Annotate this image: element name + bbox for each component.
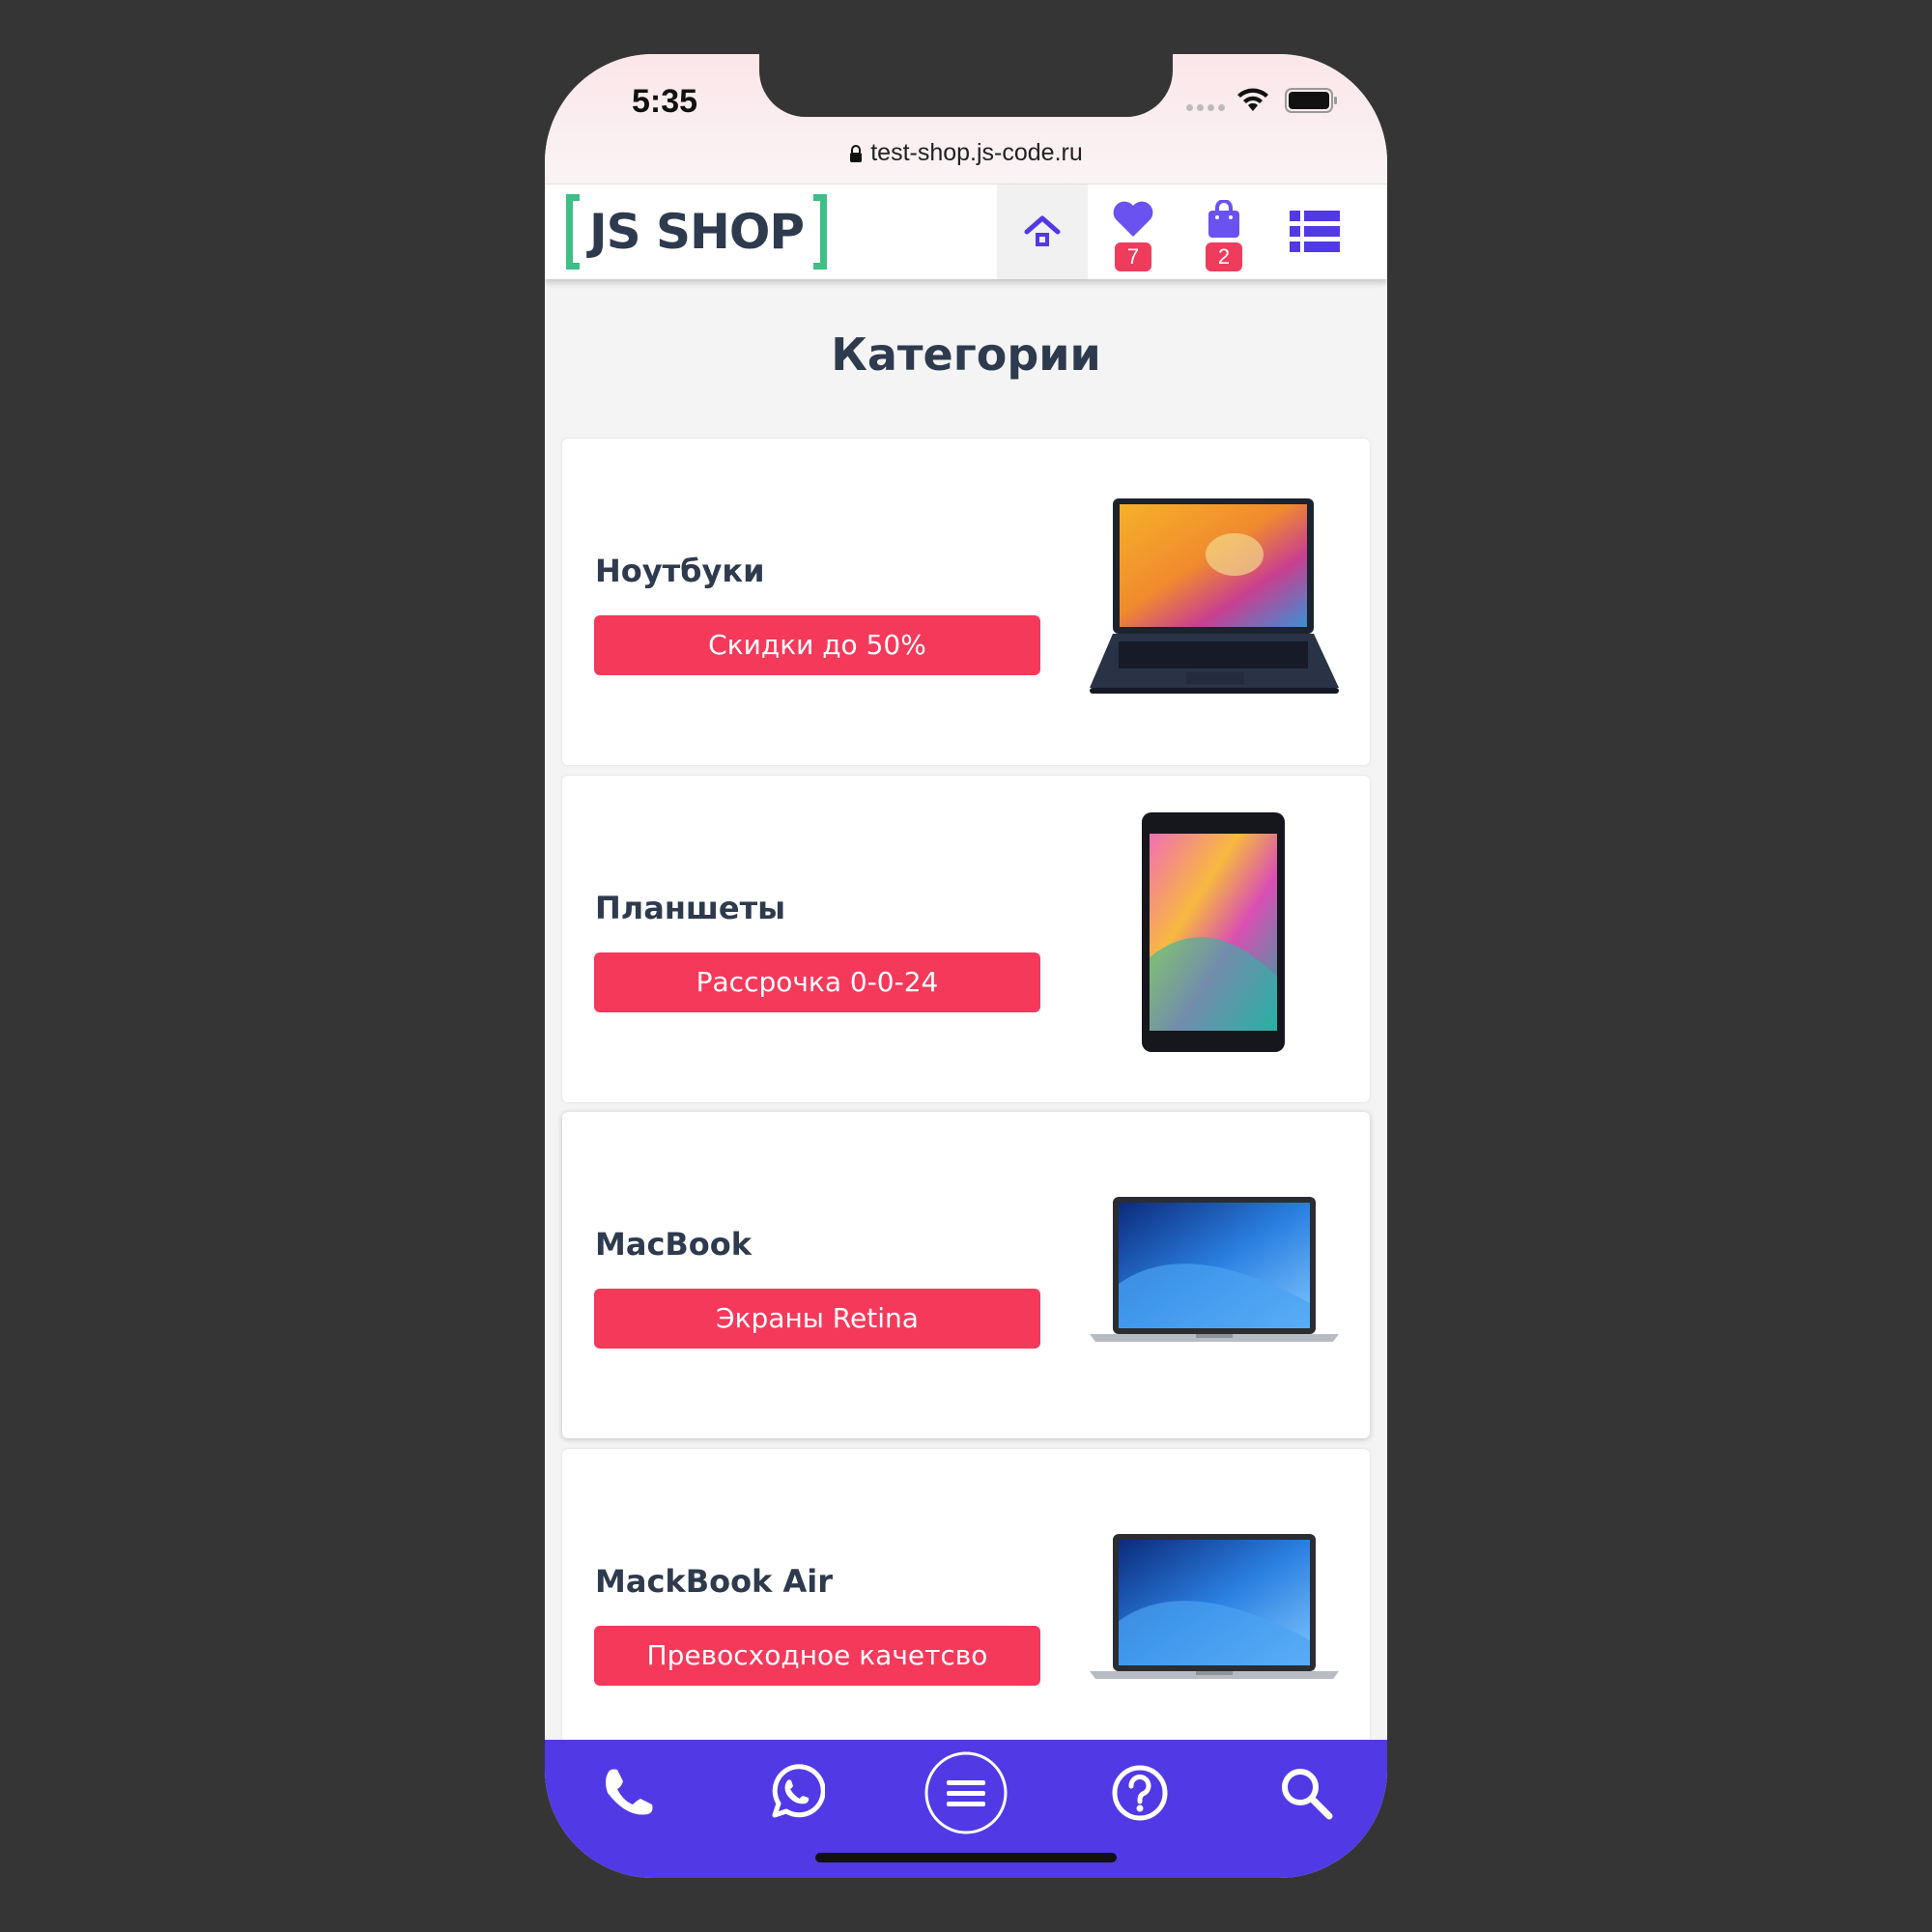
category-card-macbook-air[interactable]: MackBook Air Превосходное качетсво [562,1449,1370,1776]
device-notch [759,54,1173,117]
favorites-count-badge: 7 [1115,242,1151,271]
site-header: JS SHOP 7 2 [545,184,1387,279]
category-promo-button[interactable]: Рассрочка 0-0-24 [594,952,1040,1012]
whatsapp-icon [772,1764,825,1818]
status-time: 5:35 [632,83,698,120]
menu-icon [924,1751,1008,1834]
category-promo-button[interactable]: Превосходное качетсво [594,1626,1040,1686]
search-icon [1282,1769,1333,1820]
help-button[interactable] [1096,1749,1183,1836]
shopping-bag-icon [1208,200,1239,238]
search-button[interactable] [1263,1749,1350,1836]
heart-icon [1113,201,1153,237]
nav-cart-button[interactable]: 2 [1179,185,1269,279]
nav-catalog-button[interactable] [1269,185,1360,279]
whatsapp-button[interactable] [752,1749,838,1836]
battery-icon [1285,88,1337,113]
cellular-signal-icon [1186,104,1225,111]
phone-frame: 5:35 test-shop.js-code.ru JS SHOP 7 2 Ка… [545,54,1387,1878]
logo-bracket-left [566,194,580,270]
menu-button[interactable] [923,1749,1009,1836]
nav-favorites-button[interactable]: 7 [1088,185,1179,279]
category-promo-button[interactable]: Скидки до 50% [594,615,1040,675]
wifi-icon [1237,88,1268,111]
nav-home-button[interactable] [997,185,1088,279]
category-card-macbook[interactable]: MacBook Экраны Retina [562,1112,1370,1438]
category-title: MacBook [595,1226,753,1263]
home-icon [1024,215,1061,246]
category-title: MackBook Air [595,1563,833,1600]
logo-text: JS SHOP [589,204,805,260]
macbook-image [1090,1197,1339,1342]
page-title: Категории [831,328,1101,381]
laptop-image [1090,498,1339,694]
category-title: Планшеты [595,890,786,926]
category-card-tablets[interactable]: Планшеты Рассрочка 0-0-24 [562,776,1370,1102]
category-title: Ноутбуки [595,553,765,589]
macbook-air-image [1090,1534,1339,1679]
url-text: test-shop.js-code.ru [870,139,1083,166]
home-indicator[interactable] [815,1853,1117,1862]
call-button[interactable] [585,1749,672,1836]
category-promo-button[interactable]: Экраны Retina [594,1289,1040,1349]
phone-icon [606,1769,653,1815]
logo-bracket-right [813,194,828,270]
category-card-notebooks[interactable]: Ноутбуки Скидки до 50% [562,439,1370,765]
tablet-image [1142,812,1285,1052]
lock-icon [850,145,863,163]
cart-count-badge: 2 [1206,242,1242,271]
help-icon [1112,1765,1168,1821]
address-bar[interactable]: test-shop.js-code.ru [545,139,1387,167]
list-icon [1290,211,1340,252]
logo[interactable]: JS SHOP [566,192,828,271]
